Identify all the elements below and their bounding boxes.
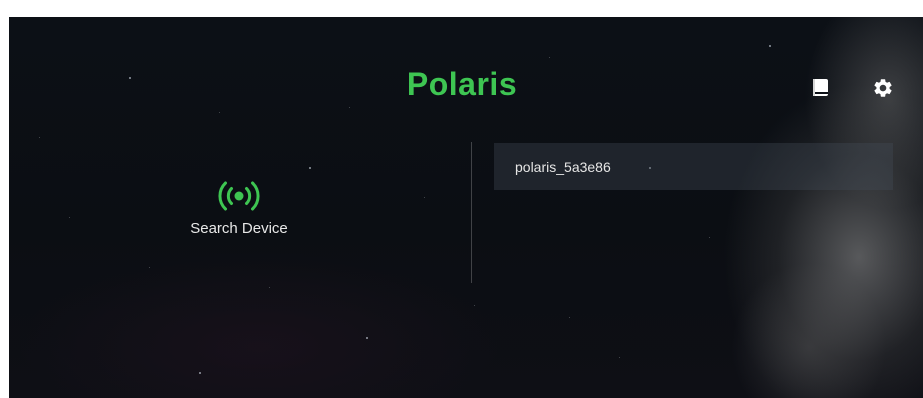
book-button[interactable] — [808, 75, 834, 101]
device-list-item[interactable]: polaris_5a3e86 — [494, 143, 893, 190]
app-window: Polaris Search Device polaris_5a3e86 — [9, 17, 923, 398]
app-title: Polaris — [406, 66, 518, 102]
search-device-button[interactable]: Search Device — [169, 179, 309, 237]
gear-icon — [874, 79, 892, 97]
device-name: polaris_5a3e86 — [515, 159, 611, 175]
settings-button[interactable] — [870, 75, 896, 101]
search-device-label: Search Device — [190, 220, 288, 237]
radar-broadcast-icon — [218, 181, 260, 211]
book-icon — [813, 79, 828, 96]
panel-divider — [471, 142, 472, 283]
